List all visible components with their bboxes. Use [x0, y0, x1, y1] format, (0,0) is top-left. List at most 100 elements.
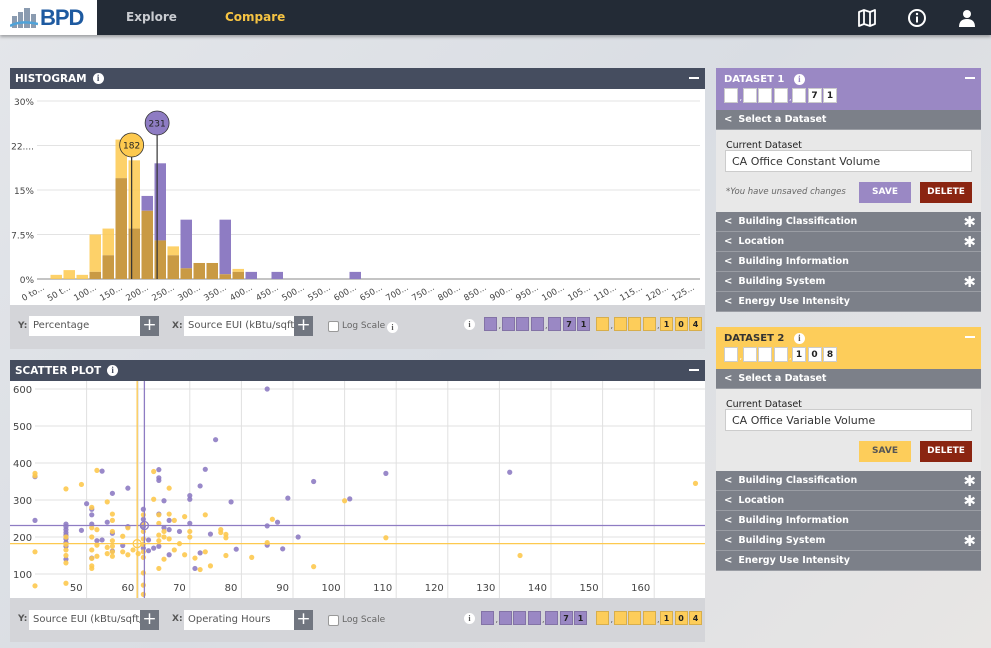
section-label: Energy Use Intensity — [738, 296, 850, 307]
scatter-point-dataset2 — [63, 486, 69, 492]
delete-button[interactable]: DELETE — [920, 182, 972, 203]
nav-compare[interactable]: Compare — [225, 10, 285, 24]
histogram-header: HISTOGRAM i — [10, 68, 705, 89]
count-digit: 0 — [674, 611, 688, 625]
collapse-icon[interactable] — [965, 336, 975, 338]
scatter-plot: 50 60 70 80 90 100 110 120 130 140 150 160 100 200 300… — [10, 381, 705, 598]
scatter-point-dataset2 — [311, 564, 317, 570]
scatter-point-dataset2 — [130, 547, 136, 553]
x-tick-label: 0 to... — [20, 283, 46, 304]
scatter-point-dataset2 — [89, 555, 95, 562]
x-axis-select[interactable]: Operating Hours — [184, 610, 294, 630]
select-dataset-row[interactable]: < Select a Dataset — [716, 369, 981, 389]
filter-section-row[interactable]: < Building Classification ✱ — [716, 471, 981, 491]
collapse-icon[interactable] — [689, 77, 699, 79]
scatter-point-dataset2 — [109, 543, 115, 549]
scatter-point-dataset1 — [99, 537, 105, 543]
scatter-point-dataset2 — [78, 481, 85, 488]
scatter-point-dataset1 — [104, 519, 110, 525]
filter-section-row[interactable]: < Energy Use Intensity — [716, 292, 981, 312]
count-digit — [792, 88, 806, 103]
log-scale-checkbox[interactable] — [328, 321, 339, 332]
histogram-bar-dataset1 — [245, 271, 257, 279]
x-tick-label: 130 — [476, 583, 495, 594]
log-scale-checkbox[interactable] — [328, 615, 339, 626]
scatter-point-dataset2 — [202, 549, 208, 555]
filter-section-row[interactable]: < Building System ✱ — [716, 531, 981, 551]
x-axis-add-button[interactable]: + — [294, 610, 313, 630]
current-dataset-input[interactable]: CA Office Constant Volume — [725, 150, 972, 172]
y-axis-select[interactable]: Source EUI (kBtu/sqft/y — [29, 610, 140, 630]
scatter-point-dataset2 — [63, 547, 69, 553]
scatter-point-dataset2 — [140, 582, 146, 588]
y-tick-label: 300 — [13, 496, 32, 507]
info-icon[interactable]: i — [92, 73, 104, 84]
scatter-point-dataset2 — [140, 554, 146, 560]
scatter-point-dataset1 — [311, 478, 317, 485]
histogram-chart: 0%7.5%15%22....30%0 to... 50 t... 100... 15… — [11, 98, 700, 304]
user-icon[interactable] — [957, 8, 977, 28]
histogram-bar-overlap — [154, 240, 166, 279]
y-tick-label: 22.... — [11, 143, 34, 153]
y-axis-select[interactable]: Percentage — [29, 316, 140, 336]
filter-section-row[interactable]: < Building Information — [716, 252, 981, 272]
x-tick-label: 150... — [98, 283, 124, 304]
histogram-bar-overlap — [219, 274, 231, 279]
delete-button[interactable]: DELETE — [920, 441, 972, 462]
current-dataset-input[interactable]: CA Office Variable Volume — [725, 409, 972, 431]
collapse-icon[interactable] — [689, 369, 699, 371]
count-digit — [724, 347, 738, 362]
filter-section-row[interactable]: < Energy Use Intensity — [716, 551, 981, 571]
filter-section-row[interactable]: < Building Classification ✱ — [716, 212, 981, 232]
nav-explore[interactable]: Explore — [126, 10, 177, 24]
log-scale-info-icon[interactable]: i — [387, 322, 398, 333]
counter-info-icon[interactable]: i — [464, 613, 475, 624]
scatter-point-dataset1 — [197, 483, 203, 489]
x-tick-label: 800... — [436, 283, 462, 304]
save-button[interactable]: SAVE — [859, 182, 911, 203]
filter-section-row[interactable]: < Building Information — [716, 511, 981, 531]
x-axis-add-button[interactable]: + — [294, 316, 313, 336]
info-icon[interactable]: i — [793, 74, 805, 85]
histogram-panel: HISTOGRAM i 0% 7.5% 15% 22.... 30% 0 to... 50 … — [10, 68, 705, 349]
filter-active-icon: ✱ — [963, 532, 976, 550]
save-button[interactable]: SAVE — [859, 441, 911, 462]
histogram-bar-dataset1 — [349, 271, 361, 279]
filter-active-icon: ✱ — [963, 472, 976, 490]
mean-value: 182 — [123, 142, 140, 152]
select-dataset-row[interactable]: < Select a Dataset — [716, 110, 981, 130]
info-icon[interactable]: i — [793, 333, 805, 344]
info-icon[interactable]: i — [107, 365, 119, 376]
counter-info-icon[interactable]: i — [464, 319, 475, 330]
x-tick-label: 350... — [202, 283, 228, 304]
count-digit — [724, 88, 738, 103]
scatter-point-dataset1 — [274, 519, 281, 525]
scatter-point-dataset2 — [120, 549, 126, 555]
scatter-point-dataset2 — [161, 534, 167, 540]
x-tick-label: 115... — [618, 283, 644, 304]
x-tick-label: 80 — [225, 583, 238, 594]
count-digit: 1 — [660, 611, 673, 625]
map-icon[interactable] — [857, 8, 877, 28]
x-tick-label: 550... — [306, 283, 332, 304]
filter-section-row[interactable]: < Location ✱ — [716, 232, 981, 252]
scatter-point-dataset2 — [156, 512, 162, 518]
scatter-point-dataset2 — [104, 544, 110, 550]
y-axis-add-button[interactable]: + — [140, 316, 159, 336]
y-axis-add-button[interactable]: + — [140, 610, 159, 630]
scatter-point-dataset1 — [140, 506, 146, 512]
filter-section-row[interactable]: < Building System ✱ — [716, 272, 981, 292]
scatter-point-dataset2 — [161, 528, 167, 535]
scatter-point-dataset2 — [692, 480, 699, 486]
collapse-icon[interactable] — [965, 77, 975, 79]
top-navbar: BPD Explore Compare — [0, 0, 991, 35]
count-digit: 1 — [574, 611, 587, 625]
scatter-point-dataset1 — [156, 477, 162, 483]
histogram-bar-overlap — [89, 271, 101, 279]
bpd-logo[interactable]: BPD — [0, 0, 97, 35]
log-scale-label: Log Scale — [342, 615, 386, 625]
filter-section-row[interactable]: < Location ✱ — [716, 491, 981, 511]
scatter-point-dataset2 — [269, 516, 275, 522]
x-axis-select[interactable]: Source EUI (kBtu/sqft/y — [184, 316, 294, 336]
info-icon[interactable] — [907, 8, 927, 28]
